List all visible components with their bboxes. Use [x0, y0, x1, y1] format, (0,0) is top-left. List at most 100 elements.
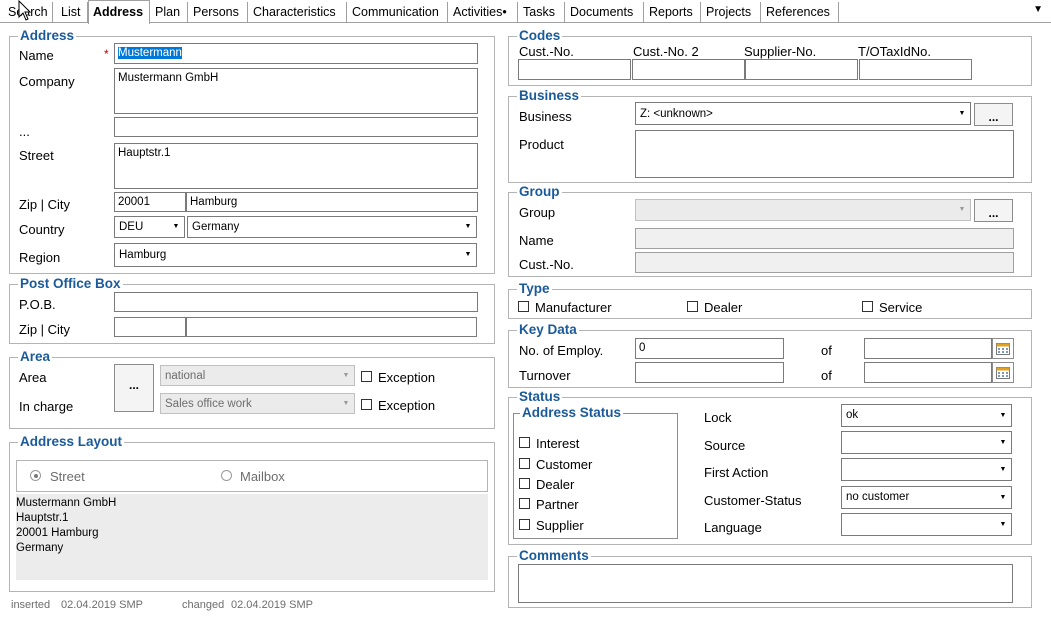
tab-projects[interactable]: Projects — [702, 2, 761, 23]
chevron-down-icon[interactable]: ▼ — [995, 405, 1011, 426]
zip-city-label: Zip | City — [19, 197, 71, 212]
name-label: Name — [19, 48, 54, 63]
chevron-down-icon[interactable]: ▼ — [168, 217, 184, 237]
turnover-label: Turnover — [519, 368, 571, 383]
first-action-select[interactable]: ▼ — [841, 458, 1012, 481]
tab-reports[interactable]: Reports — [645, 2, 701, 23]
employ-input[interactable]: 0 — [635, 338, 784, 359]
city-input[interactable]: Hamburg — [186, 192, 478, 212]
custno-input[interactable] — [518, 59, 631, 80]
incharge-label: In charge — [19, 399, 74, 414]
employ-date-input[interactable] — [864, 338, 992, 359]
chevron-down-icon[interactable]: ▼ — [995, 487, 1011, 508]
layout-mailbox-label: Mailbox — [240, 469, 285, 484]
region-value: Hamburg — [119, 249, 167, 261]
chevron-down-icon[interactable]: ▼ — [954, 103, 970, 124]
status-supplier-checkbox[interactable] — [519, 519, 530, 530]
required-mark: * — [104, 47, 109, 61]
inserted-value: 02.04.2019 SMP — [61, 599, 143, 611]
incharge-exception-label: Exception — [378, 398, 436, 413]
tab-references[interactable]: References — [762, 2, 839, 23]
country-label: Country — [19, 222, 65, 237]
type-group-title: Type — [517, 281, 552, 297]
group-picker-button[interactable]: ... — [974, 199, 1013, 222]
group-custno-label: Cust.-No. — [519, 257, 574, 272]
tab-plan[interactable]: Plan — [151, 2, 188, 23]
tab-documents[interactable]: Documents — [566, 2, 644, 23]
street-input[interactable]: Hauptstr.1 — [114, 143, 478, 189]
changed-value: 02.04.2019 SMP — [231, 599, 313, 611]
incharge-exception-checkbox[interactable] — [361, 399, 372, 410]
pob-input[interactable] — [114, 292, 478, 312]
chevron-down-icon[interactable]: ▼ — [460, 244, 476, 266]
business-label: Business — [519, 109, 572, 124]
country-select[interactable]: Germany ▼ — [187, 216, 477, 238]
pob-zip-input[interactable] — [114, 317, 186, 337]
status-supplier-label: Supplier — [536, 518, 584, 533]
business-select[interactable]: Z: <unknown> ▼ — [635, 102, 971, 125]
calendar-icon[interactable] — [992, 338, 1014, 359]
supplierno-input[interactable] — [745, 59, 858, 80]
comments-input[interactable] — [518, 564, 1013, 603]
type-service-label: Service — [879, 300, 923, 315]
name-input[interactable]: Mustermann — [114, 43, 478, 64]
employ-label: No. of Employ. — [519, 343, 604, 358]
calendar-icon[interactable] — [992, 362, 1014, 383]
tab-tasks[interactable]: Tasks — [519, 2, 565, 23]
customer-status-value: no customer — [846, 491, 910, 503]
extra-address-input[interactable] — [114, 117, 478, 137]
chevron-down-icon[interactable]: ▼ — [995, 459, 1011, 480]
source-label: Source — [704, 438, 746, 453]
tab-communication[interactable]: Communication — [348, 2, 448, 23]
customer-status-select[interactable]: no customer ▼ — [841, 486, 1012, 509]
region-select[interactable]: Hamburg ▼ — [114, 243, 477, 267]
status-customer-checkbox[interactable] — [519, 458, 530, 469]
tab-overflow-arrow-icon[interactable]: ▼ — [1033, 4, 1043, 15]
group-name-label: Name — [519, 233, 554, 248]
custno2-input[interactable] — [632, 59, 745, 80]
turnover-date-input[interactable] — [864, 362, 992, 383]
type-service-checkbox[interactable] — [862, 301, 873, 312]
layout-street-radio[interactable] — [30, 470, 41, 481]
area-picker-button[interactable]: ... — [114, 364, 154, 412]
type-dealer-checkbox[interactable] — [687, 301, 698, 312]
lock-select[interactable]: ok ▼ — [841, 404, 1012, 427]
turnover-input[interactable] — [635, 362, 784, 383]
product-input[interactable] — [635, 130, 1014, 178]
tab-address[interactable]: Address — [88, 0, 150, 24]
company-input[interactable]: Mustermann GmbH — [114, 68, 478, 114]
taxid-input[interactable] — [859, 59, 972, 80]
area-select: national ▼ — [160, 365, 355, 386]
source-select[interactable]: ▼ — [841, 431, 1012, 454]
mouse-cursor-icon — [18, 0, 32, 21]
pob-city-input[interactable] — [186, 317, 477, 337]
zip-input[interactable]: 20001 — [114, 192, 186, 212]
status-dealer-label: Dealer — [536, 477, 575, 492]
country-value: Germany — [192, 221, 240, 233]
tab-list[interactable]: List — [57, 2, 88, 23]
tab-activities[interactable]: Activities• — [449, 2, 518, 23]
lock-value: ok — [846, 409, 859, 421]
codes-group-title: Codes — [517, 28, 563, 44]
address-status-title: Address Status — [520, 405, 624, 421]
tab-characteristics[interactable]: Characteristics — [249, 2, 347, 23]
chevron-down-icon[interactable]: ▼ — [995, 432, 1011, 453]
language-label: Language — [704, 520, 762, 535]
layout-mailbox-radio[interactable] — [221, 470, 232, 481]
status-dealer-checkbox[interactable] — [519, 478, 530, 489]
chevron-down-icon[interactable]: ▼ — [995, 514, 1011, 535]
type-manufacturer-checkbox[interactable] — [518, 301, 529, 312]
language-select[interactable]: ▼ — [841, 513, 1012, 536]
keydata-group-title: Key Data — [517, 322, 579, 338]
type-manufacturer-label: Manufacturer — [535, 300, 612, 315]
chevron-down-icon[interactable]: ▼ — [460, 217, 476, 237]
area-exception-label: Exception — [378, 370, 436, 385]
area-exception-checkbox[interactable] — [361, 371, 372, 382]
comments-group-title: Comments — [517, 548, 591, 564]
tab-persons[interactable]: Persons — [189, 2, 248, 23]
business-picker-button[interactable]: ... — [974, 103, 1013, 126]
status-partner-checkbox[interactable] — [519, 498, 530, 509]
status-interest-checkbox[interactable] — [519, 437, 530, 448]
country-code-select[interactable]: DEU ▼ — [114, 216, 185, 238]
group-group-title: Group — [517, 184, 562, 200]
